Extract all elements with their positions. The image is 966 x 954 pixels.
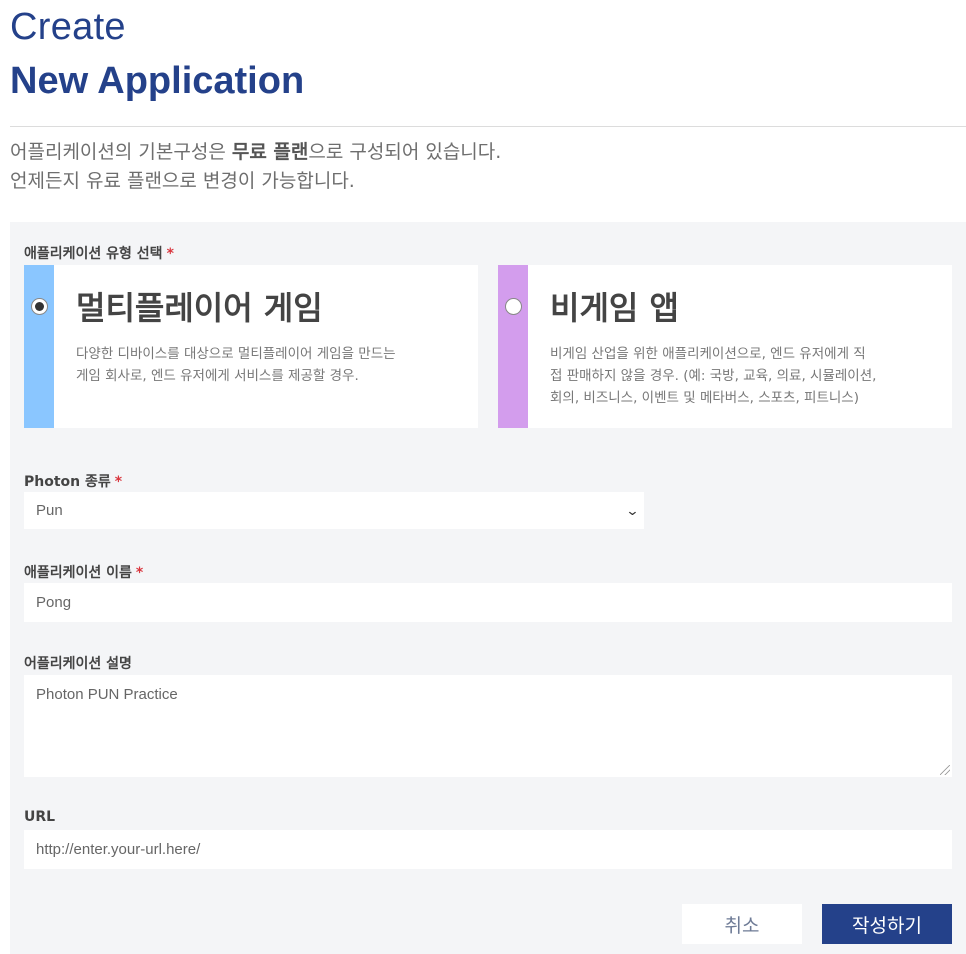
radio-non-game-app[interactable] bbox=[505, 298, 522, 315]
option-card-multiplayer-game[interactable]: 멀티플레이어 게임 다양한 디바이스를 대상으로 멀티플레이어 게임을 만드는 … bbox=[24, 265, 478, 428]
required-mark: * bbox=[135, 565, 144, 581]
option-description: 비게임 산업을 위한 애플리케이션으로, 엔드 유저에게 직 접 판매하지 않을… bbox=[550, 346, 877, 406]
option-card-non-game-app[interactable]: 비게임 앱 비게임 산업을 위한 애플리케이션으로, 엔드 유저에게 직 접 판… bbox=[498, 265, 952, 428]
resize-grip-icon[interactable] bbox=[940, 765, 950, 775]
photon-type-label: Photon 종류 * bbox=[24, 474, 123, 490]
url-input[interactable]: http://enter.your-url.here/ bbox=[24, 830, 952, 869]
intro-text: 어플리케이션의 기본구성은 무료 플랜으로 구성되어 있습니다. 언제든지 유료… bbox=[10, 138, 501, 196]
photon-type-value: Pun bbox=[36, 502, 63, 519]
required-mark: * bbox=[166, 246, 174, 262]
page-title: New Application bbox=[10, 60, 305, 102]
cancel-button[interactable]: 취소 bbox=[682, 904, 802, 944]
required-mark: * bbox=[114, 474, 123, 490]
app-description-value: Photon PUN Practice bbox=[36, 686, 178, 703]
chevron-down-icon: ⌄ bbox=[625, 502, 640, 518]
intro-line-1: 어플리케이션의 기본구성은 무료 플랜으로 구성되어 있습니다. bbox=[10, 141, 502, 163]
app-name-input[interactable]: Pong bbox=[24, 583, 952, 622]
header-divider bbox=[10, 126, 966, 127]
app-type-label: 애플리케이션 유형 선택 * bbox=[24, 246, 174, 262]
option-title: 멀티플레이어 게임 bbox=[76, 289, 323, 327]
app-description-textarea[interactable]: Photon PUN Practice bbox=[24, 675, 952, 777]
free-plan-text: 무료 플랜 bbox=[231, 141, 309, 163]
submit-button[interactable]: 작성하기 bbox=[822, 904, 952, 944]
radio-multiplayer-game[interactable] bbox=[31, 298, 48, 315]
app-name-label: 애플리케이션 이름 * bbox=[24, 565, 144, 581]
url-label: URL bbox=[24, 809, 56, 825]
option-color-bar bbox=[24, 265, 54, 428]
option-description: 다양한 디바이스를 대상으로 멀티플레이어 게임을 만드는 게임 회사로, 엔드… bbox=[76, 346, 396, 384]
photon-type-select[interactable]: Pun ⌄ bbox=[24, 492, 644, 529]
option-title: 비게임 앱 bbox=[550, 289, 679, 327]
intro-line-2: 언제든지 유료 플랜으로 변경이 가능합니다. bbox=[10, 170, 355, 192]
app-description-label: 어플리케이션 설명 bbox=[24, 656, 132, 672]
option-color-bar bbox=[498, 265, 528, 428]
page-title-prefix: Create bbox=[10, 6, 126, 48]
